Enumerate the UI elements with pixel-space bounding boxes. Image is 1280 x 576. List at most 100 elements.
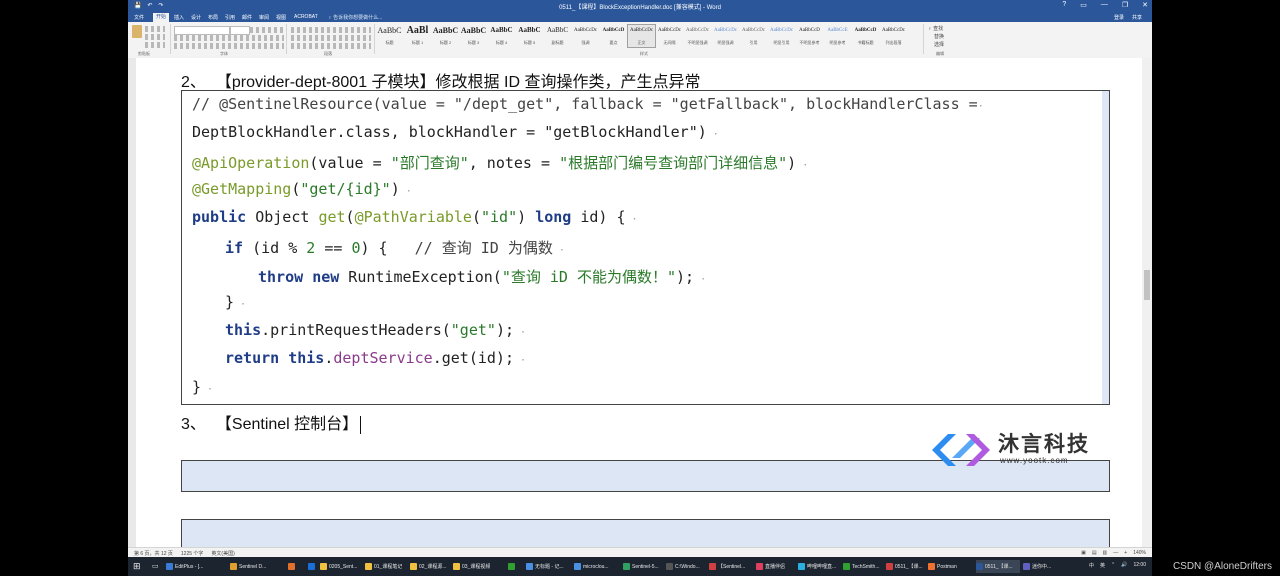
tab-layout[interactable]: 布局 [208, 14, 218, 21]
taskbar-item[interactable] [288, 560, 304, 573]
volume-icon[interactable]: 🔊 [1121, 562, 1127, 569]
taskbar-item[interactable]: 0511_【课... [886, 560, 926, 573]
print-layout-icon[interactable]: ▤ [1092, 550, 1097, 556]
word-count[interactable]: 1225 个字 [181, 550, 204, 557]
clock[interactable]: 12:00 [1133, 562, 1146, 569]
tab-mailings[interactable]: 邮件 [242, 14, 252, 21]
style-title[interactable]: AaBbC 标题 [376, 25, 403, 47]
taskbar-item[interactable]: Postman [928, 560, 972, 573]
app-icon [623, 563, 630, 570]
style-no-spacing[interactable]: AaBbCcDc 无间隔 [656, 25, 683, 47]
tab-view[interactable]: 视图 [276, 14, 286, 21]
taskbar-item[interactable]: 02_课程源... [410, 560, 450, 573]
taskbar-item[interactable]: 0511_【课... [976, 560, 1020, 573]
sign-in-link[interactable]: 登录 [1114, 14, 1124, 21]
code-block: // @SentinelResource(value = "/dept_get"… [181, 90, 1110, 405]
style-strong[interactable]: AaBbCcD 要点 [600, 25, 627, 47]
minimize-button[interactable]: — [1101, 1, 1108, 9]
tab-references[interactable]: 引用 [225, 14, 235, 21]
code-line: } · [225, 293, 247, 311]
style-subtle-emphasis[interactable]: AaBbCcDc 不明显强调 [684, 25, 711, 47]
tray-expand-icon[interactable]: ⌃ [1111, 562, 1115, 569]
taskbar-item[interactable]: microclou... [574, 560, 619, 573]
taskbar-item[interactable]: 01_课程笔记 [365, 560, 407, 573]
zoom-out-button[interactable]: — [1113, 550, 1118, 556]
style-intense-reference[interactable]: AaBbCcE 明显参考 [824, 25, 851, 47]
taskbar-item-label: 03_课程视频 [462, 564, 491, 570]
page-count[interactable]: 第 6 页，共 12 页 [134, 550, 173, 557]
share-button[interactable]: 共享 [1132, 14, 1142, 21]
help-button[interactable]: ? [1062, 1, 1066, 9]
taskbar-item-label: microclou... [583, 563, 609, 570]
style-heading-3[interactable]: AaBbC 标题 3 [460, 25, 487, 47]
style-intense-emphasis[interactable]: AaBbCcDc 明显强调 [712, 25, 739, 47]
tab-home[interactable]: 开始 [153, 13, 170, 22]
taskbar-item[interactable] [508, 560, 522, 573]
restore-button[interactable]: ❐ [1122, 1, 1128, 9]
style-heading-1[interactable]: AaBl 标题 1 [404, 25, 431, 47]
app-icon [410, 563, 417, 570]
style-book-title[interactable]: AaBbCcD 书籍标题 [852, 25, 879, 47]
zoom-in-button[interactable]: + [1124, 550, 1127, 556]
app-icon [320, 563, 327, 570]
taskbar-item[interactable]: 无标题 - 记... [526, 560, 570, 573]
app-icon [886, 563, 893, 570]
zoom-level[interactable]: 140% [1133, 550, 1146, 556]
style-heading-4[interactable]: AaBbC 标题 4 [488, 25, 515, 47]
ribbon-display-button[interactable]: ▭ [1080, 1, 1087, 9]
read-mode-icon[interactable]: ▣ [1081, 550, 1086, 556]
select-button[interactable]: 选择 [934, 41, 944, 48]
taskbar-item[interactable]: 直播伴侣 [756, 560, 796, 573]
empty-code-block[interactable] [181, 519, 1110, 547]
code-line: public Object get(@PathVariable("id") lo… [192, 208, 638, 226]
taskbar-item-label: 直播伴侣 [765, 564, 786, 570]
close-button[interactable]: ✕ [1142, 1, 1148, 9]
web-layout-icon[interactable]: ▥ [1103, 550, 1108, 556]
scroll-thumb[interactable] [1144, 270, 1150, 300]
code-line: return this.deptService.get(id); · [225, 349, 527, 367]
taskbar-item[interactable]: TechSmith... [843, 560, 883, 573]
taskbar-item[interactable]: 0205_Sent... [320, 560, 362, 573]
style-subtitle[interactable]: AaBbC 副标题 [544, 25, 571, 47]
replace-button[interactable]: 替换 [934, 33, 944, 40]
taskbar-item-label: 无标题 - 记... [535, 564, 564, 570]
tab-insert[interactable]: 插入 [174, 14, 184, 21]
app-icon [166, 563, 173, 570]
tab-file[interactable]: 文件 [134, 14, 144, 21]
style-list-paragraph[interactable]: AaBbCcDc 列出段落 [880, 25, 907, 47]
language[interactable]: 英文(美国) [211, 550, 234, 557]
taskbar-item[interactable]: 【Sentinel... [709, 560, 753, 573]
vertical-scrollbar[interactable] [1142, 58, 1152, 547]
taskbar-item[interactable]: 哔哩哔哩直... [798, 560, 840, 573]
app-icon [288, 563, 295, 570]
style-subtle-reference[interactable]: AaBbCcD 不明显参考 [796, 25, 823, 47]
tab-review[interactable]: 审阅 [259, 14, 269, 21]
font-size-select[interactable] [230, 26, 250, 35]
taskbar-item[interactable]: 迷你中... [1023, 560, 1059, 573]
style-emphasis[interactable]: AaBbCcDc 强调 [572, 25, 599, 47]
ime-mode[interactable]: 英 [1100, 562, 1105, 569]
taskbar-item[interactable]: C:\Windo... [666, 560, 706, 573]
style-quote[interactable]: AaBbCcDc 引用 [740, 25, 767, 47]
style-heading-2[interactable]: AaBbC 标题 2 [432, 25, 459, 47]
taskbar-item[interactable] [308, 560, 318, 573]
start-icon[interactable]: ⊞ [133, 561, 141, 572]
taskbar-item[interactable]: EditPlus - [... [166, 560, 226, 573]
heading-number: 3、 [181, 416, 206, 433]
code-line: @GetMapping("get/{id}") · [192, 180, 412, 198]
heading-step-3: 3、 【Sentinel 控制台】 [181, 410, 362, 434]
style-heading-5[interactable]: AaBbC 标题 5 [516, 25, 543, 47]
tab-acrobat[interactable]: ACROBAT [294, 14, 318, 20]
taskbar-item[interactable]: 03_课程视频 [453, 560, 503, 573]
font-name-select[interactable] [174, 26, 230, 35]
paste-icon[interactable] [132, 25, 142, 38]
taskbar-item[interactable]: Sentinel-5... [623, 560, 663, 573]
find-button[interactable]: ♀ 查找 [928, 25, 943, 32]
ime-indicator[interactable]: 中 [1089, 562, 1094, 569]
style-normal[interactable]: AaBbCcDc 正文 [627, 24, 656, 48]
tab-design[interactable]: 设计 [191, 14, 201, 21]
task-view-icon[interactable]: ▭ [152, 562, 159, 570]
style-intense-quote[interactable]: AaBbCcDc 明显引用 [768, 25, 795, 47]
tell-me-search[interactable]: ♀ 告诉我你想要做什么... [328, 14, 382, 21]
taskbar-item[interactable]: Sentinel D... [230, 560, 284, 573]
